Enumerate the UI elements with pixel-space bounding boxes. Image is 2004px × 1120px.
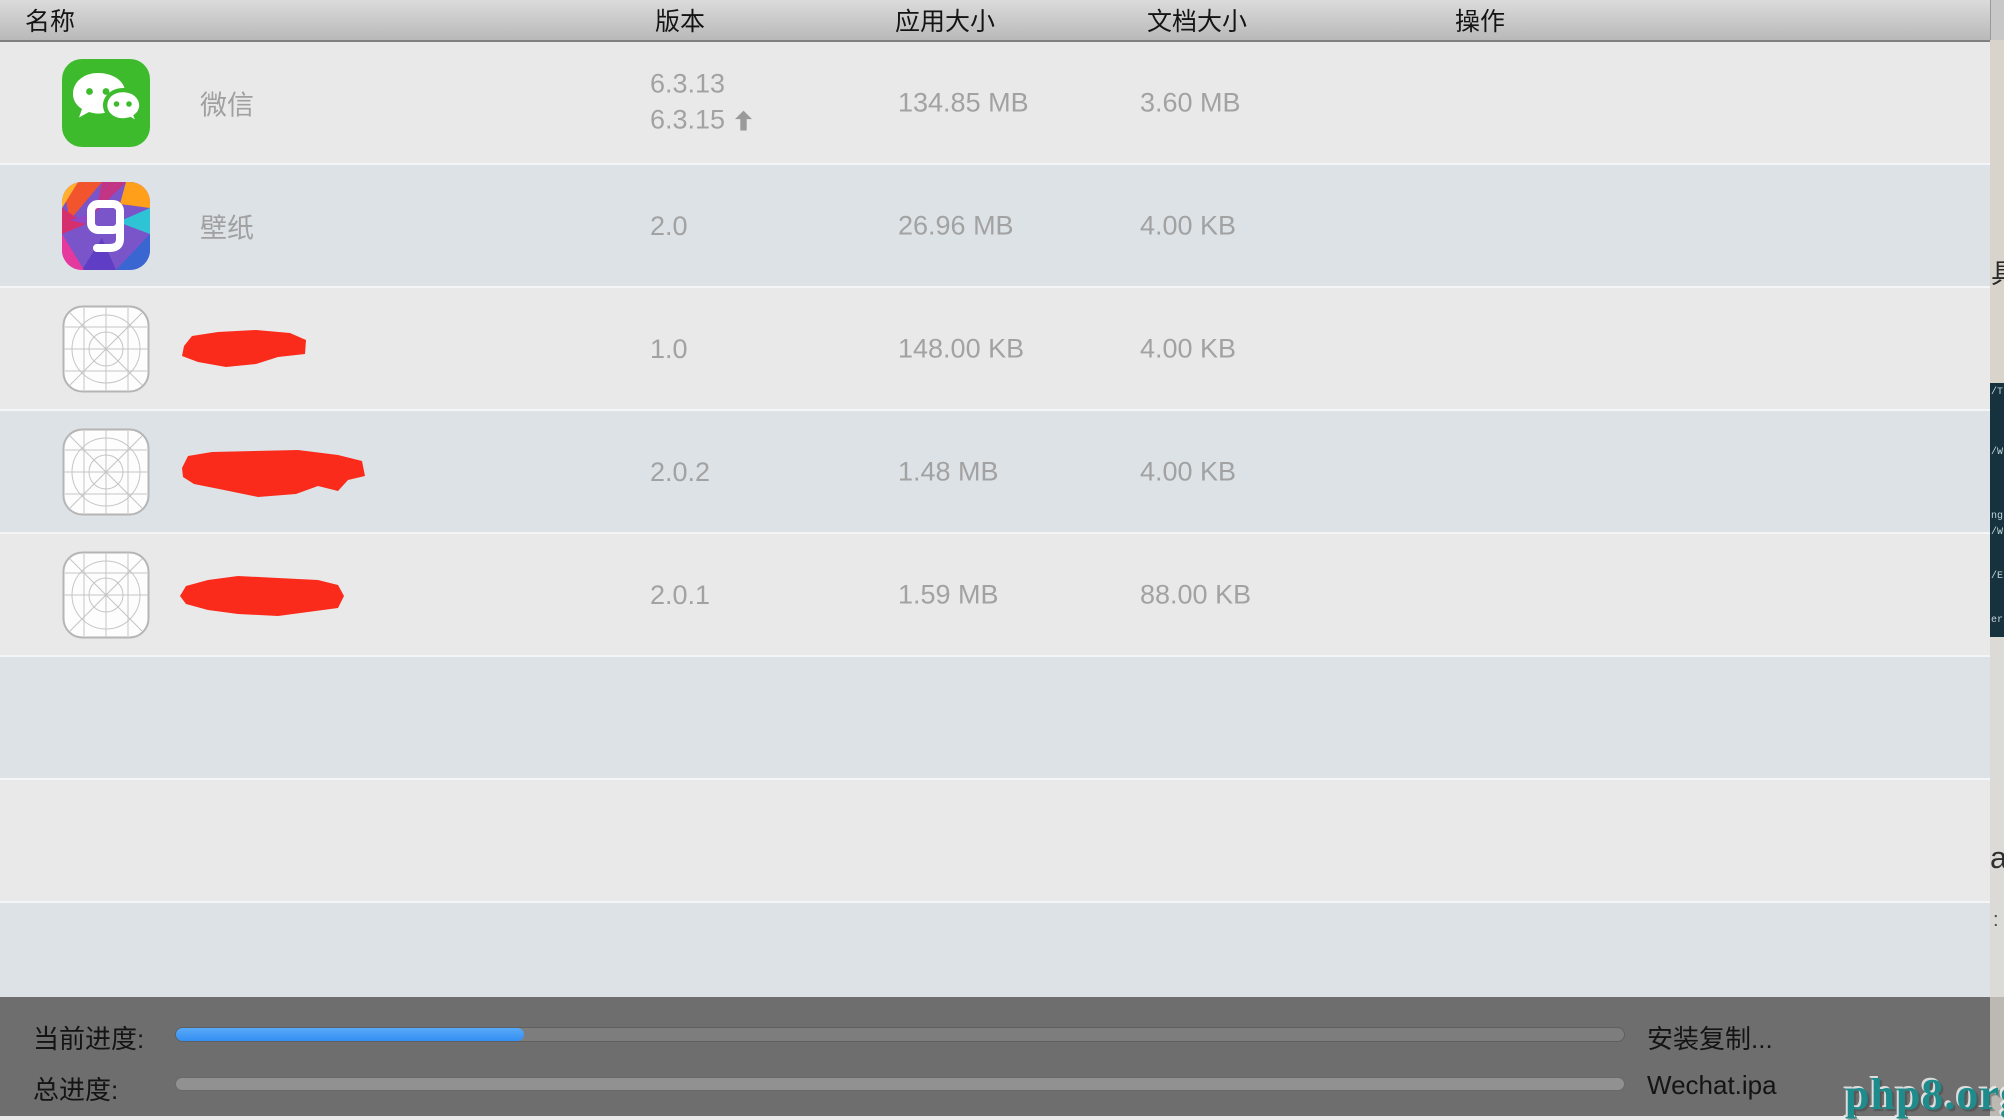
table-row-wechat[interactable]: 微信 6.3.13 6.3.15 134.85 MB 3.60 MB <box>0 42 2004 163</box>
edge-glyph-fragment: 具 <box>1991 252 2004 291</box>
app-name: 壁纸 <box>200 206 254 245</box>
available-version: 6.3.15 <box>650 105 725 135</box>
wallpaper-9-icon <box>62 182 150 270</box>
edge-titlebar-sliver <box>1990 0 2004 40</box>
edge-glyph-fragment: : <box>1993 909 1999 932</box>
app-size: 148.00 KB <box>898 333 1024 364</box>
total-progress-label: 总进度: <box>33 1070 118 1107</box>
update-arrow-icon <box>735 104 752 140</box>
column-header-version[interactable]: 版本 <box>655 2 705 38</box>
column-header-name[interactable]: 名称 <box>25 2 75 38</box>
app-table: 微信 6.3.13 6.3.15 134.85 MB 3.60 MB <box>0 42 2004 997</box>
table-row-app4[interactable]: 2.0.2 1.48 MB 4.00 KB <box>0 409 2004 532</box>
app-size: 26.96 MB <box>898 210 1014 241</box>
placeholder-grid-icon <box>62 551 150 639</box>
redaction-blob <box>178 446 368 498</box>
redaction-blob <box>178 572 346 618</box>
installed-version: 6.3.13 <box>650 65 752 101</box>
doc-size: 4.00 KB <box>1140 210 1236 241</box>
current-status-text: 安装复制... <box>1647 1019 1773 1056</box>
table-row-wallpaper[interactable]: 壁纸 2.0 26.96 MB 4.00 KB <box>0 163 2004 286</box>
placeholder-grid-icon <box>62 428 150 516</box>
table-header: 名称 版本 应用大小 文档大小 操作 <box>0 0 2004 42</box>
doc-size: 4.00 KB <box>1140 333 1236 364</box>
app-version: 2.0 <box>650 207 688 243</box>
doc-size: 3.60 MB <box>1140 87 1241 118</box>
app-name: 微信 <box>200 83 254 122</box>
total-progress-bar <box>175 1077 1625 1091</box>
app-size: 1.48 MB <box>898 456 999 487</box>
column-header-appsize[interactable]: 应用大小 <box>895 2 995 38</box>
placeholder-grid-icon <box>62 305 150 393</box>
column-header-docsize[interactable]: 文档大小 <box>1147 2 1247 38</box>
app-size: 1.59 MB <box>898 579 999 610</box>
wechat-icon <box>62 59 150 147</box>
redaction-blob <box>178 330 308 368</box>
table-row-empty <box>0 655 2004 778</box>
column-header-action[interactable]: 操作 <box>1455 2 1505 38</box>
doc-size: 4.00 KB <box>1140 456 1236 487</box>
table-row-empty <box>0 778 2004 901</box>
current-progress-fill <box>176 1028 524 1041</box>
current-progress-bar <box>175 1027 1625 1042</box>
watermark: php8.org <box>1845 1069 2004 1120</box>
edge-glyph-fragment: a <box>1990 840 2004 876</box>
current-file-text: Wechat.ipa <box>1647 1070 1777 1101</box>
edge-terminal-sliver: /T /W ng /W /E er <box>1990 383 2004 637</box>
app-version: 2.0.2 <box>650 453 710 489</box>
app-version: 1.0 <box>650 330 688 366</box>
doc-size: 88.00 KB <box>1140 579 1251 610</box>
edge-sliver: 具 <box>1990 40 2004 383</box>
table-row-app5[interactable]: 2.0.1 1.59 MB 88.00 KB <box>0 532 2004 655</box>
progress-footer: 当前进度: 安装复制... 总进度: Wechat.ipa <box>0 997 2004 1116</box>
background-window-edge: 具 /T /W ng /W /E er a : <box>1990 0 2004 1116</box>
app-size: 134.85 MB <box>898 87 1029 118</box>
edge-sliver: a : <box>1990 637 2004 997</box>
table-row-empty <box>0 901 2004 997</box>
table-row-app3[interactable]: 1.0 148.00 KB 4.00 KB <box>0 286 2004 409</box>
app-version: 2.0.1 <box>650 576 710 612</box>
app-version: 6.3.13 6.3.15 <box>650 65 752 140</box>
current-progress-label: 当前进度: <box>33 1019 144 1056</box>
